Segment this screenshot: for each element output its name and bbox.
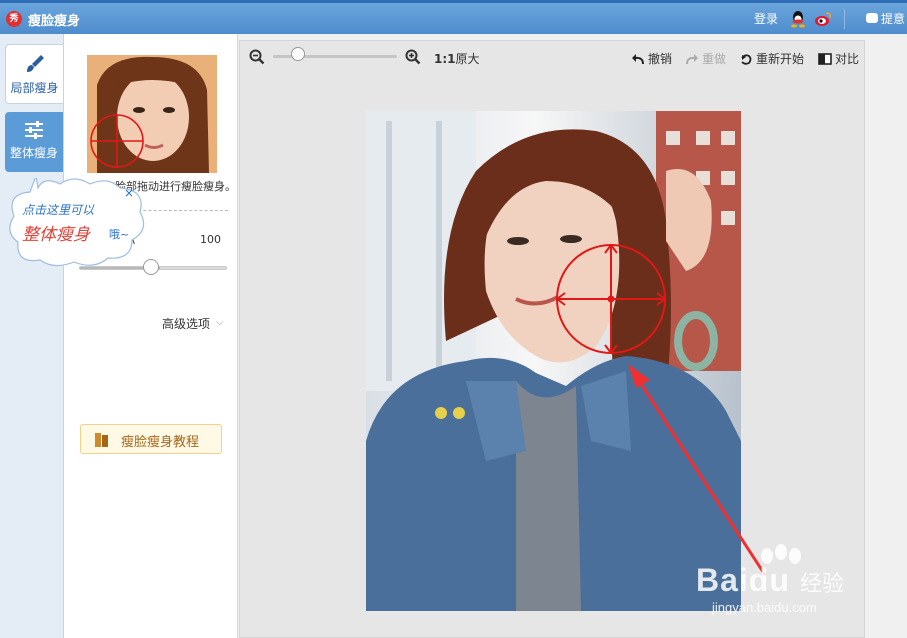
tip-line3: 哦~ xyxy=(109,228,130,241)
app-title: 瘦脸瘦身 xyxy=(28,14,81,29)
restart-label: 重新开始 xyxy=(756,52,805,66)
qq-icon[interactable] xyxy=(790,10,806,28)
app-logo-icon: 秀 xyxy=(6,11,22,27)
chevron-down-icon[interactable]: ⌵ xyxy=(216,317,224,328)
brush-size-value: 100 xyxy=(200,233,221,246)
canvas-toolbar: 1:1原大 撤销 重做 重新开始 对比 xyxy=(240,41,866,73)
redo-icon xyxy=(686,54,698,65)
actual-size-button[interactable]: 1:1原大 xyxy=(434,50,480,67)
titlebar-divider xyxy=(844,9,845,29)
sliders-icon xyxy=(25,121,43,139)
compare-label: 对比 xyxy=(835,52,860,66)
weibo-icon[interactable] xyxy=(814,10,832,28)
compare-button[interactable]: 对比 xyxy=(818,50,859,67)
example-thumbnail xyxy=(87,55,217,173)
settings-panel: 在脸部拖动进行瘦脸瘦身。 小 100 高级选项 ⌵ 瘦脸瘦身教程 xyxy=(64,34,238,638)
advanced-options-toggle[interactable]: 高级选项 xyxy=(162,315,210,332)
redo-button[interactable]: 重做 xyxy=(685,50,726,67)
restart-button[interactable]: 重新开始 xyxy=(739,50,804,67)
nav-whole-slim[interactable]: 整体瘦身 xyxy=(5,112,63,172)
actual-size-ratio: 1:1 xyxy=(434,52,456,66)
tip-line2: 整体瘦身 xyxy=(22,225,90,245)
watermark-brand: Baidu xyxy=(696,562,790,598)
feedback-link[interactable]: 提意 xyxy=(866,10,905,27)
undo-button[interactable]: 撤销 xyxy=(631,50,672,67)
nav-whole-label: 整体瘦身 xyxy=(9,146,58,160)
watermark-url: jingyan.baidu.com xyxy=(712,600,817,615)
title-bar: 秀 瘦脸瘦身 登录 提意 xyxy=(0,0,907,34)
nav-local-slim[interactable]: 局部瘦身 xyxy=(5,44,63,104)
undo-label: 撤销 xyxy=(648,52,673,66)
tutorial-button[interactable]: 瘦脸瘦身教程 xyxy=(80,424,222,454)
tip-close-icon[interactable]: × xyxy=(123,187,135,199)
actual-size-label: 原大 xyxy=(455,52,480,66)
redo-label: 重做 xyxy=(702,52,727,66)
brush-icon xyxy=(26,55,44,72)
feedback-label: 提意 xyxy=(881,12,906,26)
zoom-in-icon[interactable] xyxy=(405,49,421,65)
nav-local-label: 局部瘦身 xyxy=(10,81,59,95)
left-nav: 局部瘦身 整体瘦身 xyxy=(0,34,64,638)
zoom-knob[interactable] xyxy=(290,47,305,61)
book-icon xyxy=(95,433,108,447)
login-link[interactable]: 登录 xyxy=(754,10,778,27)
zoom-out-icon[interactable] xyxy=(249,49,265,65)
watermark-subtitle: 经验 xyxy=(800,572,845,597)
brush-circle xyxy=(556,244,666,354)
compare-icon xyxy=(818,53,832,65)
thumb-brush-circle xyxy=(90,114,144,168)
undo-icon xyxy=(632,54,644,65)
tip-line1: 点击这里可以 xyxy=(22,203,95,217)
tutorial-label: 瘦脸瘦身教程 xyxy=(121,435,200,450)
restart-icon xyxy=(741,54,752,65)
edited-photo[interactable] xyxy=(366,111,741,611)
right-edge xyxy=(865,34,907,638)
